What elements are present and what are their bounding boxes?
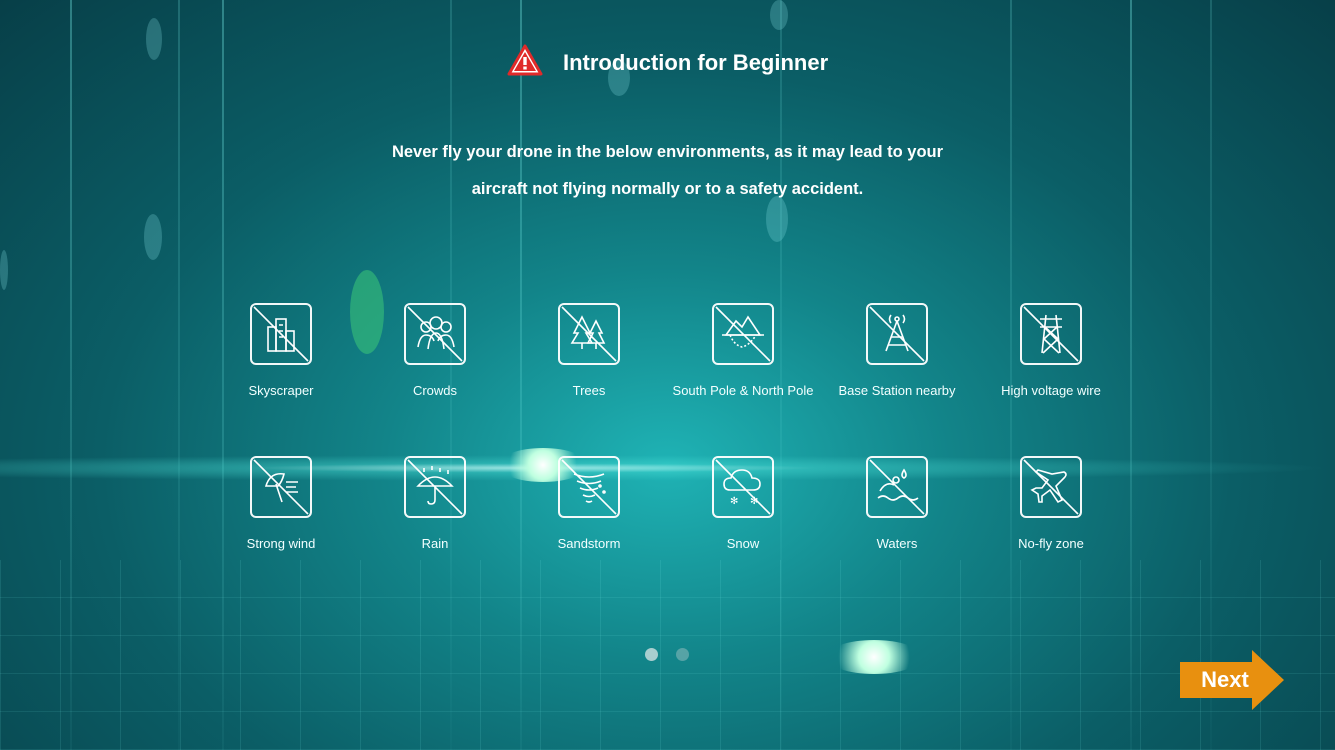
- iceberg-icon: [712, 303, 774, 365]
- intro-line-2: aircraft not flying normally or to a saf…: [471, 180, 864, 198]
- trees-icon: [558, 303, 620, 365]
- env-label: Sandstorm: [557, 536, 621, 551]
- snow-cloud-icon: ✻ ✻: [712, 456, 774, 518]
- env-item-high-voltage: High voltage wire: [971, 303, 1131, 398]
- env-label: Skyscraper: [248, 383, 314, 398]
- airplane-icon: [1020, 456, 1082, 518]
- warning-triangle-icon: [507, 44, 543, 82]
- intro-text: Never fly your drone in the below enviro…: [290, 134, 1045, 208]
- base-station-icon: [866, 303, 928, 365]
- intro-line-1: Never fly your drone in the below enviro…: [391, 143, 944, 161]
- env-label: South Pole & North Pole: [672, 383, 814, 398]
- env-label: High voltage wire: [1001, 383, 1101, 398]
- env-label: Trees: [572, 383, 606, 398]
- rain-umbrella-icon: [404, 456, 466, 518]
- pagination-dots: [645, 648, 703, 666]
- env-item-trees: Trees: [509, 303, 669, 398]
- env-item-snow: ✻ ✻ Snow: [663, 456, 823, 551]
- next-button-label: Next: [1201, 667, 1249, 692]
- env-item-polar: South Pole & North Pole: [663, 303, 823, 398]
- env-label: No-fly zone: [1018, 536, 1084, 551]
- page-header: Introduction for Beginner: [0, 44, 1335, 82]
- env-label: Crowds: [412, 383, 458, 398]
- env-item-no-fly-zone: No-fly zone: [971, 456, 1131, 551]
- env-item-crowds: Crowds: [355, 303, 515, 398]
- env-label: Strong wind: [246, 536, 316, 551]
- env-item-waters: Waters: [817, 456, 977, 551]
- sandstorm-icon: [558, 456, 620, 518]
- env-label: Rain: [421, 536, 449, 551]
- env-label: Snow: [726, 536, 760, 551]
- page-dot-1[interactable]: [645, 648, 658, 661]
- crowds-icon: [404, 303, 466, 365]
- env-item-strong-wind: Strong wind: [201, 456, 361, 551]
- env-item-skyscraper: Skyscraper: [201, 303, 361, 398]
- env-label: Base Station nearby: [838, 383, 956, 398]
- waters-icon: [866, 456, 928, 518]
- env-item-sandstorm: Sandstorm: [509, 456, 669, 551]
- strong-wind-icon: [250, 456, 312, 518]
- skyscraper-icon: [250, 303, 312, 365]
- power-tower-icon: [1020, 303, 1082, 365]
- env-item-base-station: Base Station nearby: [817, 303, 977, 398]
- svg-text:✻: ✻: [730, 496, 738, 507]
- env-label: Waters: [876, 536, 918, 551]
- next-button[interactable]: Next: [1180, 650, 1286, 710]
- page-title: Introduction for Beginner: [562, 50, 829, 75]
- env-item-rain: Rain: [355, 456, 515, 551]
- page-dot-2[interactable]: [676, 648, 690, 661]
